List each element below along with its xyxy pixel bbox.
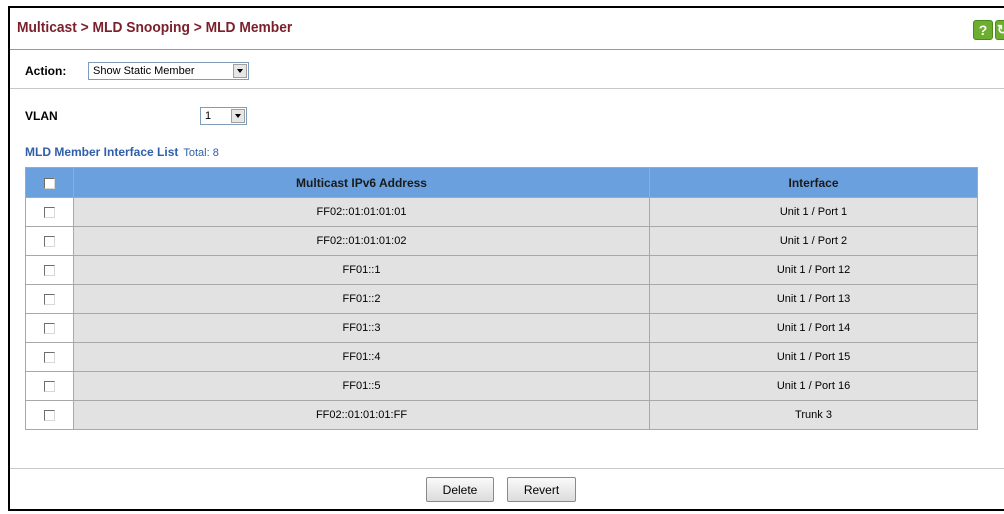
- action-divider: [10, 88, 1004, 89]
- row-interface: Unit 1 / Port 2: [649, 226, 978, 256]
- table-row: FF01::1 Unit 1 / Port 12: [25, 255, 978, 285]
- vlan-label: VLAN: [25, 109, 58, 123]
- member-table: Multicast IPv6 Address Interface FF02::0…: [25, 167, 978, 430]
- title-divider: [10, 49, 1004, 50]
- row-address: FF01::1: [73, 255, 650, 285]
- footer-divider: [10, 468, 1004, 469]
- list-title: MLD Member Interface List Total: 8: [25, 145, 219, 159]
- list-title-text: MLD Member Interface List: [25, 145, 179, 159]
- row-address: FF01::2: [73, 284, 650, 314]
- row-checkbox[interactable]: [44, 293, 55, 305]
- refresh-icon[interactable]: ↻: [995, 20, 1004, 40]
- row-checkbox[interactable]: [44, 409, 55, 421]
- revert-button[interactable]: Revert: [507, 477, 576, 502]
- row-interface: Unit 1 / Port 1: [649, 197, 978, 227]
- row-checkbox[interactable]: [44, 322, 55, 334]
- row-checkbox[interactable]: [44, 380, 55, 392]
- chevron-down-icon[interactable]: [231, 109, 245, 123]
- row-address: FF02::01:01:01:FF: [73, 400, 650, 430]
- row-address: FF02::01:01:01:01: [73, 197, 650, 227]
- table-header-row: Multicast IPv6 Address Interface: [25, 167, 978, 198]
- row-address: FF02::01:01:01:02: [73, 226, 650, 256]
- vlan-select[interactable]: 1: [200, 107, 247, 125]
- select-all-cell: [25, 167, 74, 198]
- row-interface: Unit 1 / Port 16: [649, 371, 978, 401]
- action-select[interactable]: Show Static Member: [88, 62, 249, 80]
- row-interface: Unit 1 / Port 14: [649, 313, 978, 343]
- table-row: FF02::01:01:01:01 Unit 1 / Port 1: [25, 197, 978, 227]
- row-checkbox[interactable]: [44, 351, 55, 363]
- row-interface: Unit 1 / Port 13: [649, 284, 978, 314]
- chevron-down-icon[interactable]: [233, 64, 247, 78]
- action-select-value: Show Static Member: [93, 65, 195, 77]
- select-all-checkbox[interactable]: [44, 177, 55, 189]
- table-row: FF01::5 Unit 1 / Port 16: [25, 371, 978, 401]
- column-header-address: Multicast IPv6 Address: [73, 167, 650, 198]
- table-row: FF01::2 Unit 1 / Port 13: [25, 284, 978, 314]
- row-interface: Unit 1 / Port 15: [649, 342, 978, 372]
- row-address: FF01::4: [73, 342, 650, 372]
- help-question-icon[interactable]: ?: [973, 20, 993, 40]
- row-interface: Trunk 3: [649, 400, 978, 430]
- row-checkbox[interactable]: [44, 264, 55, 276]
- row-checkbox[interactable]: [44, 235, 55, 247]
- column-header-interface: Interface: [649, 167, 978, 198]
- row-address: FF01::3: [73, 313, 650, 343]
- page-title: Multicast > MLD Snooping > MLD Member: [17, 19, 293, 36]
- table-row: FF02::01:01:01:02 Unit 1 / Port 2: [25, 226, 978, 256]
- vlan-select-value: 1: [205, 110, 212, 122]
- table-row: FF02::01:01:01:FF Trunk 3: [25, 400, 978, 430]
- action-label: Action:: [25, 64, 67, 78]
- list-total: Total: 8: [183, 147, 219, 159]
- delete-button[interactable]: Delete: [426, 477, 494, 502]
- row-checkbox[interactable]: [44, 206, 55, 218]
- row-interface: Unit 1 / Port 12: [649, 255, 978, 285]
- table-row: FF01::3 Unit 1 / Port 14: [25, 313, 978, 343]
- row-address: FF01::5: [73, 371, 650, 401]
- table-row: FF01::4 Unit 1 / Port 15: [25, 342, 978, 372]
